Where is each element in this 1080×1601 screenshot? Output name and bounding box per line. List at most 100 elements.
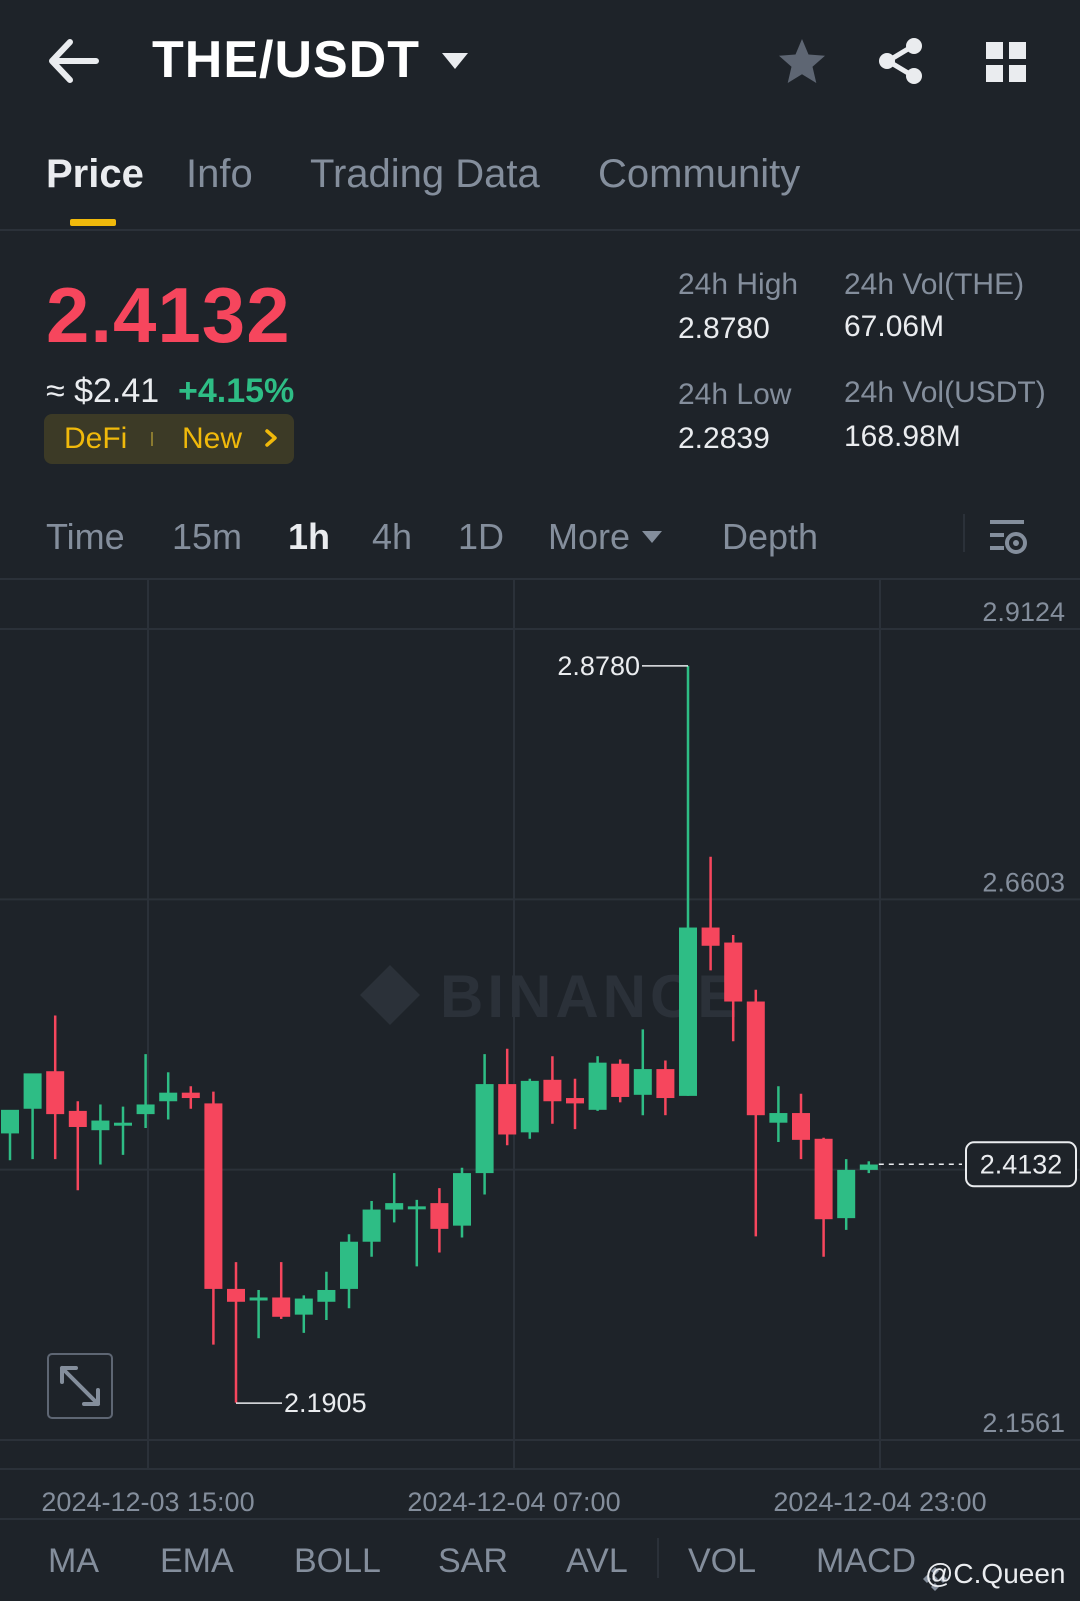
tag-new[interactable]: New	[182, 422, 242, 456]
candle-body	[272, 1297, 291, 1317]
vol-quote-24h-label: 24h Vol(USDT)	[844, 376, 1046, 409]
caret-down-icon[interactable]	[440, 50, 470, 72]
tag-defi[interactable]: DeFi	[64, 422, 127, 456]
binance-watermark-icon	[360, 965, 420, 1025]
divider	[963, 514, 965, 552]
candle-body	[792, 1113, 810, 1140]
indicator-sar[interactable]: SAR	[438, 1542, 508, 1581]
candle-body	[453, 1173, 471, 1226]
candles	[1, 665, 878, 1403]
current-price-label: 2.4132	[980, 1149, 1063, 1179]
interval-time[interactable]: Time	[46, 516, 125, 558]
candle-body	[746, 1001, 765, 1116]
divider	[657, 1538, 659, 1578]
high-24h-label: 24h High	[678, 268, 799, 301]
candle-body	[1, 1109, 19, 1134]
tag-box[interactable]: DeFi New	[44, 414, 294, 464]
expand-icon[interactable]	[47, 1353, 113, 1419]
candle-body	[837, 1169, 856, 1219]
indicator-ema[interactable]: EMA	[160, 1542, 234, 1581]
vol-base-24h-label: 24h Vol(THE)	[844, 268, 1025, 301]
low-24h-label: 24h Low	[678, 378, 792, 411]
y-tick-label: 2.9124	[982, 597, 1065, 627]
x-tick-label: 2024-12-04 07:00	[407, 1487, 620, 1517]
indicator-bar: MA EMA BOLL SAR AVL VOL MACD	[0, 1518, 1080, 1601]
star-icon[interactable]	[776, 36, 828, 88]
chart-settings-icon[interactable]	[988, 516, 1028, 556]
candle-body	[588, 1062, 607, 1110]
caret-down-icon[interactable]	[641, 530, 663, 544]
candle-body	[294, 1298, 313, 1315]
last-price: 2.4132	[46, 271, 291, 359]
min-price-label: 2.1905	[284, 1388, 367, 1418]
candle-body	[91, 1120, 110, 1131]
candle-body	[159, 1092, 178, 1102]
interval-4h[interactable]: 4h	[372, 516, 412, 558]
depth-tab[interactable]: Depth	[722, 516, 818, 558]
candle-body	[114, 1122, 132, 1126]
candle-body	[520, 1080, 539, 1133]
candle-body	[498, 1084, 517, 1135]
candle-body	[227, 1288, 245, 1302]
candle-body	[46, 1071, 65, 1115]
candle-body	[611, 1063, 630, 1097]
candle-body	[633, 1069, 652, 1095]
candle-body	[181, 1092, 200, 1099]
max-price-label: 2.8780	[557, 651, 640, 681]
divider	[0, 229, 1080, 231]
price-change-percent: +4.15%	[178, 372, 295, 410]
low-24h-value: 2.2839	[678, 422, 770, 455]
pair-title[interactable]: THE/USDT	[152, 30, 420, 90]
candle-body	[23, 1073, 42, 1109]
active-tab-indicator	[70, 219, 116, 226]
candle-body	[385, 1203, 404, 1210]
interval-15m[interactable]: 15m	[172, 516, 242, 558]
candle-body	[249, 1297, 268, 1301]
indicator-macd[interactable]: MACD	[816, 1542, 916, 1581]
candle-body	[724, 942, 743, 1002]
candle-body	[566, 1098, 584, 1104]
tag-separator	[151, 432, 153, 446]
back-arrow-icon[interactable]	[48, 38, 100, 84]
vol-base-24h-value: 67.06M	[844, 310, 945, 343]
candle-body	[204, 1103, 223, 1289]
grid-icon[interactable]	[984, 40, 1028, 84]
chevron-right-icon[interactable]	[264, 428, 278, 448]
candle-body	[136, 1104, 155, 1115]
candle-body	[769, 1113, 788, 1123]
candlestick-chart[interactable]: BINANCE 2.91242.66032.40822.15612024-12-…	[0, 580, 1080, 1530]
interval-1h[interactable]: 1h	[288, 516, 330, 558]
candle-body	[859, 1164, 878, 1170]
candle-body	[430, 1203, 449, 1229]
interval-bar: Time 15m 1h 4h 1D More Depth	[0, 500, 1080, 580]
candle-body	[362, 1209, 381, 1242]
interval-more[interactable]: More	[548, 516, 630, 558]
candle-body	[814, 1138, 833, 1220]
interval-1d[interactable]: 1D	[458, 516, 504, 558]
candle-body	[656, 1069, 675, 1099]
indicator-avl[interactable]: AVL	[566, 1542, 628, 1581]
usd-approx-price: ≈ $2.41	[46, 372, 160, 410]
x-tick-label: 2024-12-04 23:00	[773, 1487, 986, 1517]
tab-community[interactable]: Community	[598, 152, 800, 197]
candle-body	[701, 927, 720, 946]
candle-body	[475, 1084, 494, 1174]
tab-trading-data[interactable]: Trading Data	[310, 152, 540, 197]
candle-body	[679, 927, 697, 1096]
chart-labels: 2.91242.66032.40822.15612024-12-03 15:00…	[41, 597, 1077, 1517]
tab-info[interactable]: Info	[186, 152, 253, 197]
tab-bar: Price Info Trading Data Community	[0, 140, 1080, 230]
vol-quote-24h-value: 168.98M	[844, 420, 961, 453]
candle-body	[407, 1206, 426, 1210]
indicator-vol[interactable]: VOL	[688, 1542, 756, 1581]
watermark-username: @C.Queen	[925, 1558, 1066, 1589]
candle-body	[317, 1289, 336, 1302]
candle-body	[68, 1110, 87, 1127]
tab-price[interactable]: Price	[46, 152, 144, 197]
indicator-boll[interactable]: BOLL	[294, 1542, 381, 1581]
y-tick-label: 2.1561	[982, 1408, 1065, 1438]
candle-body	[340, 1241, 358, 1289]
y-tick-label: 2.6603	[982, 867, 1065, 897]
share-icon[interactable]	[876, 36, 926, 86]
indicator-ma[interactable]: MA	[48, 1542, 99, 1581]
